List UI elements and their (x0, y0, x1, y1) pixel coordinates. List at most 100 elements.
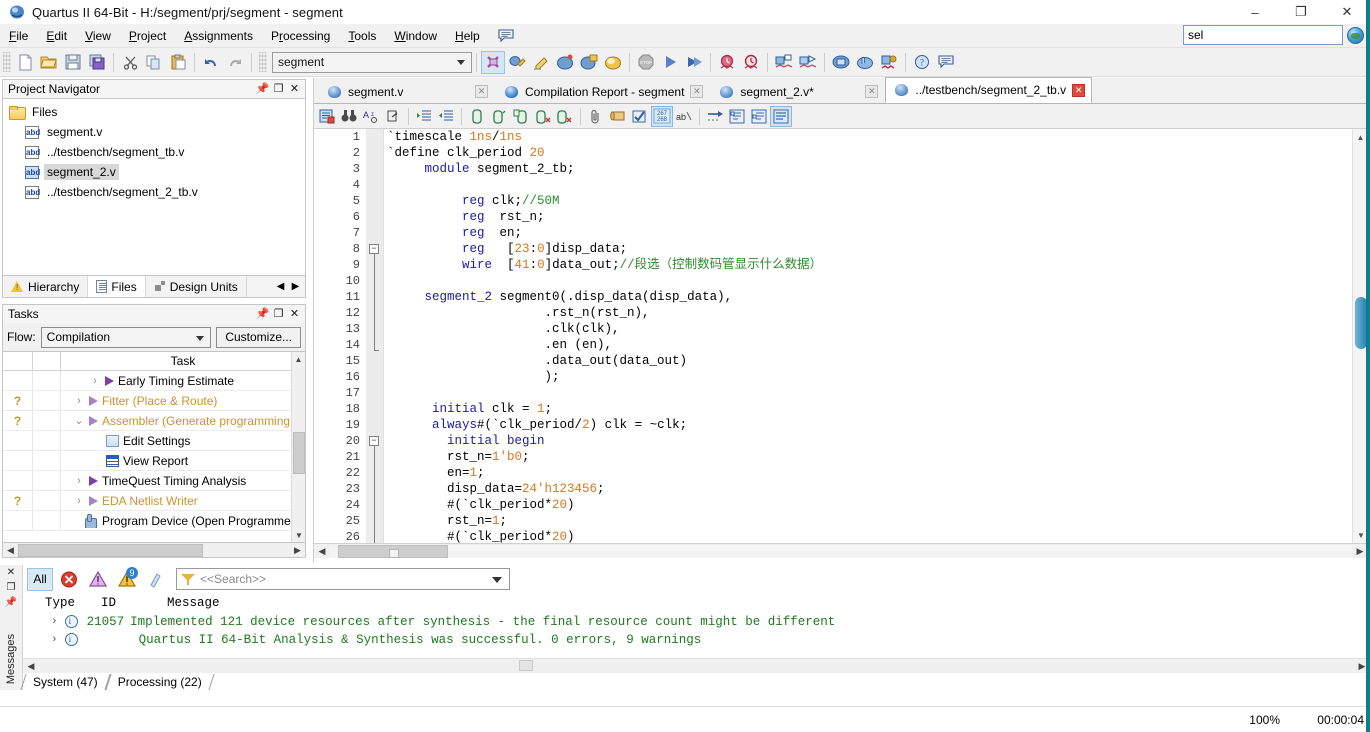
line-numbers-icon[interactable]: 267 268 (651, 105, 673, 127)
play-icon[interactable] (658, 51, 682, 74)
scroll-left-arrow-icon[interactable]: ◀ (3, 545, 18, 556)
chevron-down-icon[interactable]: ⌄ (73, 414, 85, 427)
tech-map-viewer-icon[interactable] (796, 51, 820, 74)
goto-line-icon[interactable] (382, 106, 404, 127)
chevron-right-icon[interactable]: › (73, 395, 85, 407)
stop-sign-icon[interactable]: STOP (634, 51, 658, 74)
collapse-all-icon[interactable] (726, 106, 748, 127)
scroll-right-arrow-icon[interactable]: ▶ (290, 545, 305, 556)
tab-processing[interactable]: Processing (22) (108, 674, 212, 690)
filter-error-button[interactable] (56, 568, 82, 591)
clock-red-icon[interactable] (715, 51, 739, 74)
code-line[interactable] (387, 273, 1352, 289)
paperclip-icon[interactable] (585, 106, 607, 127)
close-icon[interactable]: ✕ (289, 308, 300, 320)
filter-warning-button[interactable]: 9 (114, 566, 140, 591)
message-bubble-icon[interactable] (497, 28, 515, 44)
scroll-down-arrow-icon[interactable]: ▼ (292, 528, 305, 542)
code-editor[interactable]: 1 2 3 4 5 6 7 8 9 10 11 12 13 14 15 16 17 18 19 20 21 22 23 24 2… (314, 129, 1368, 543)
new-document-icon[interactable] (13, 51, 37, 74)
table-row[interactable]: ? › EDA Netlist Writer (3, 491, 305, 511)
message-search-box[interactable]: <<Search>> (176, 568, 510, 590)
help-question-icon[interactable]: ? (910, 51, 934, 74)
table-row[interactable]: Edit Settings (3, 431, 305, 451)
code-line[interactable]: #(`clk_period*20) (387, 497, 1352, 513)
flow-selector[interactable]: Compilation (40, 326, 212, 348)
message-bubble-icon-toolbar[interactable] (934, 51, 958, 74)
tab-design-units[interactable]: Design Units (146, 276, 247, 297)
paste-icon[interactable] (166, 51, 190, 74)
analysis-chip-icon[interactable] (577, 51, 601, 74)
expander-icon[interactable]: › (51, 634, 58, 646)
copy-icon[interactable] (142, 51, 166, 74)
find-replace-icon[interactable]: Az (360, 106, 382, 127)
code-line[interactable]: reg [23:0]disp_data; (387, 241, 1352, 257)
list-item[interactable]: abd ../testbench/segment_tb.v (3, 142, 305, 162)
scroll-icon[interactable] (607, 106, 629, 127)
insert-template-icon[interactable] (316, 106, 338, 127)
table-row[interactable]: Program Device (Open Programmer) (3, 511, 305, 531)
globe-search-icon[interactable] (1347, 26, 1364, 44)
redo-arrow-icon[interactable] (223, 51, 247, 74)
code-line[interactable]: .data_out(data_out) (387, 353, 1352, 369)
fitter-chip-icon[interactable] (601, 51, 625, 74)
table-row[interactable]: ? › Fitter (Place & Route) (3, 391, 305, 411)
scroll-track[interactable] (39, 659, 1354, 673)
stopwatch-icon[interactable] (739, 51, 763, 74)
scroll-thumb[interactable] (519, 659, 533, 671)
close-icon[interactable]: ✕ (289, 83, 300, 95)
code-line[interactable]: .clk(clk), (387, 321, 1352, 337)
table-row[interactable]: › TimeQuest Timing Analysis (3, 471, 305, 491)
scroll-thumb[interactable] (18, 543, 203, 557)
assignment-editor-icon[interactable] (505, 51, 529, 74)
menu-window[interactable]: Window (385, 27, 446, 45)
uncomment-lines-icon[interactable] (488, 106, 510, 127)
code-line[interactable]: rst_n=1; (387, 513, 1352, 529)
tab-close-button[interactable]: ✕ (475, 85, 488, 98)
comment-lines-icon[interactable] (466, 106, 488, 127)
close-icon[interactable]: ✕ (7, 567, 15, 578)
arrow-right-dotted-icon[interactable] (704, 106, 726, 127)
tab-compilation-report[interactable]: Compilation Report - segment ✕ (495, 79, 711, 103)
tab-segment-2-v[interactable]: segment_2.v* ✕ (710, 79, 886, 103)
code-line[interactable]: #(`clk_period*20) (387, 529, 1352, 543)
table-row[interactable]: ? ⌄ Assembler (Generate programming file (3, 411, 305, 431)
list-item[interactable]: abd ../testbench/segment_2_tb.v (3, 182, 305, 202)
menu-project[interactable]: Project (120, 27, 175, 45)
open-folder-icon[interactable] (37, 51, 61, 74)
tab-hierarchy[interactable]: Hierarchy (3, 276, 89, 297)
chevron-right-icon[interactable]: › (73, 495, 85, 507)
code-line[interactable]: reg en; (387, 225, 1352, 241)
minimize-button[interactable]: – (1232, 0, 1278, 24)
maximize-button[interactable]: ❐ (1278, 0, 1324, 24)
tab-files[interactable]: Files (88, 276, 146, 297)
filter-all-button[interactable]: All (27, 567, 53, 591)
code-line[interactable]: module segment_2_tb; (387, 161, 1352, 177)
scroll-thumb[interactable] (338, 544, 448, 558)
code-line[interactable]: reg rst_n; (387, 209, 1352, 225)
expand-all-icon[interactable] (748, 106, 770, 127)
menu-help[interactable]: Help (446, 27, 489, 45)
chevron-down-icon[interactable] (492, 577, 502, 583)
bookmark-next-icon[interactable] (532, 106, 554, 127)
scroll-up-arrow-icon[interactable]: ▲ (292, 352, 305, 366)
tab-close-button[interactable]: ✕ (1072, 83, 1086, 97)
project-selector[interactable]: segment (272, 51, 472, 73)
increase-indent-icon[interactable] (413, 106, 435, 127)
table-row[interactable]: View Report (3, 451, 305, 471)
code-line[interactable] (387, 385, 1352, 401)
compile-chip-icon[interactable] (553, 51, 577, 74)
code-line[interactable] (387, 177, 1352, 193)
filter-info-button[interactable] (143, 568, 169, 591)
pencil-icon[interactable] (529, 51, 553, 74)
tab-system[interactable]: System (47) (23, 674, 108, 690)
menu-edit[interactable]: Edit (37, 27, 76, 45)
filter-critical-warning-button[interactable] (85, 568, 111, 591)
word-wrap-icon[interactable]: ab (673, 106, 695, 127)
restore-icon[interactable]: ❐ (273, 308, 284, 320)
search-input[interactable] (1183, 25, 1343, 45)
scissors-icon[interactable] (118, 51, 142, 74)
menu-tools[interactable]: Tools (339, 27, 385, 45)
signaltap-icon[interactable] (877, 51, 901, 74)
code-line[interactable]: .rst_n(rst_n), (387, 305, 1352, 321)
